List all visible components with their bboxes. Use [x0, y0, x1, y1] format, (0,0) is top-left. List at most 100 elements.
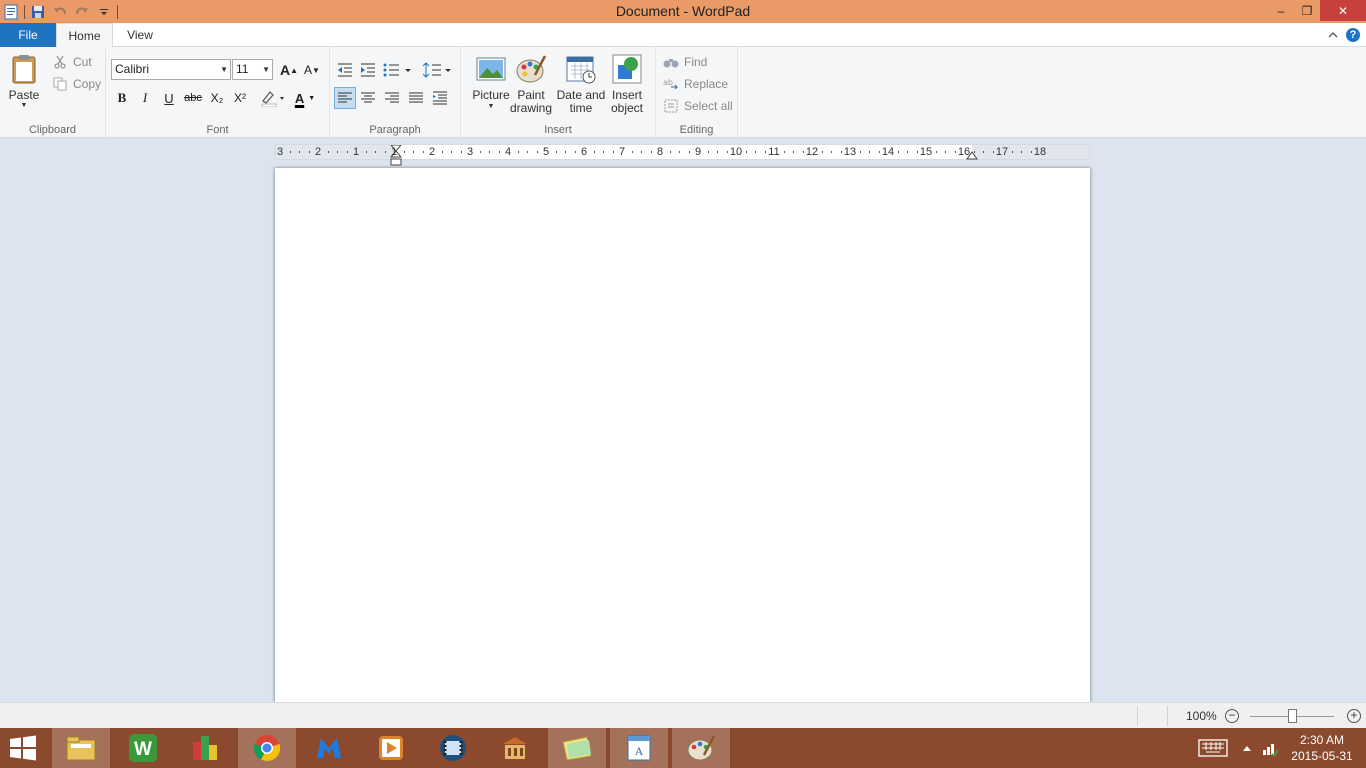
paste-dropdown-icon[interactable]: ▼ — [21, 102, 28, 110]
taskbar-clock[interactable]: 2:30 AM 2015-05-31 — [1286, 732, 1358, 764]
bold-button[interactable]: B — [111, 87, 133, 109]
taskbar-media-player[interactable] — [362, 728, 420, 768]
align-left-button[interactable] — [334, 87, 356, 109]
date-time-button[interactable]: Date and time — [555, 53, 607, 115]
align-center-button[interactable] — [357, 87, 379, 109]
window-title: Document - WordPad — [615, 3, 751, 19]
ruler-tick-label: 12 — [805, 146, 819, 158]
svg-text:W: W — [134, 739, 152, 760]
ruler-tick-mark — [422, 151, 424, 153]
ruler-tick-label: 6 — [580, 146, 588, 158]
taskbar-chrome[interactable] — [238, 728, 296, 768]
ruler-tick-label: 5 — [542, 146, 550, 158]
document-page[interactable] — [275, 168, 1090, 702]
select-all-button[interactable]: Select all — [663, 96, 733, 116]
underline-button[interactable]: U — [158, 87, 180, 109]
font-family-combo[interactable]: Calibri ▼ — [111, 59, 231, 80]
highlight-color-button[interactable] — [258, 87, 288, 109]
ruler-tick-mark — [983, 151, 984, 153]
ruler-tick-label: 18 — [1033, 146, 1047, 158]
grow-font-button[interactable]: A ▲ — [278, 59, 300, 81]
zoom-in-button[interactable]: + — [1347, 709, 1361, 723]
notes-icon — [562, 736, 592, 761]
status-bar: 100% − + — [0, 702, 1366, 728]
shrink-font-button[interactable]: A ▼ — [301, 59, 323, 81]
bullets-button[interactable] — [382, 59, 414, 81]
close-button[interactable]: ✕ — [1320, 0, 1366, 21]
increase-indent-button[interactable] — [357, 59, 379, 81]
keyboard-icon[interactable] — [1198, 739, 1228, 757]
font-size-combo[interactable]: 11 ▼ — [232, 59, 273, 80]
align-center-icon — [361, 92, 375, 103]
replace-button[interactable]: ab Replace — [663, 74, 728, 94]
title-bar: Document - WordPad – ❐ ✕ — [0, 0, 1366, 23]
font-family-value: Calibri — [115, 62, 150, 76]
ruler-tick-label: 10 — [729, 146, 743, 158]
taskbar-movie-maker[interactable] — [424, 728, 482, 768]
justify-button[interactable] — [405, 87, 427, 109]
taskbar-file-explorer[interactable] — [52, 728, 110, 768]
replace-icon: ab — [663, 76, 679, 92]
tab-home[interactable]: Home — [56, 23, 113, 48]
zoom-out-button[interactable]: − — [1225, 709, 1239, 723]
taskbar-wordpad[interactable]: A — [610, 728, 668, 768]
grow-font-arrow-icon: ▲ — [290, 65, 299, 75]
paint-drawing-button[interactable]: Paint drawing — [507, 53, 555, 115]
zoom-level[interactable]: 100% — [1186, 703, 1217, 729]
help-icon[interactable]: ? — [1346, 28, 1360, 42]
zoom-slider-thumb[interactable] — [1288, 709, 1297, 723]
ruler[interactable]: 3 2 1 1 2 3 4 5 6 7 8 9 10 11 12 13 14 15 16 17 18 — [275, 144, 1090, 166]
taskbar-paint[interactable] — [672, 728, 730, 768]
restore-button[interactable]: ❐ — [1294, 0, 1320, 21]
font-family-dropdown-icon[interactable]: ▼ — [220, 60, 228, 79]
clock-date: 2015-05-31 — [1291, 749, 1353, 763]
ruler-tick-label: 14 — [881, 146, 895, 158]
ruler-tick-label: 2 — [428, 146, 436, 158]
subscript-button[interactable]: X₂ — [206, 87, 228, 109]
picture-dropdown-icon[interactable]: ▼ — [488, 102, 495, 112]
taskbar-app-w[interactable]: W — [114, 728, 172, 768]
windows-start-icon[interactable] — [6, 733, 40, 763]
shrink-font-label: A — [304, 63, 313, 77]
taskbar-app-folder-note[interactable] — [548, 728, 606, 768]
paragraph-settings-button[interactable] — [429, 87, 451, 109]
insert-object-label-2: object — [610, 101, 644, 115]
cut-button[interactable]: Cut — [52, 52, 92, 72]
font-color-button[interactable]: A ▼ — [290, 87, 320, 109]
ruler-tick-mark — [337, 151, 338, 153]
insert-object-button[interactable]: Insert object — [605, 53, 649, 115]
font-color-dropdown-icon[interactable]: ▼ — [308, 95, 315, 102]
ruler-tick-mark — [945, 151, 946, 153]
find-button[interactable]: Find — [663, 52, 707, 72]
font-size-value: 11 — [236, 62, 249, 76]
ruler-tick-mark — [365, 151, 367, 153]
taskbar-app-building[interactable] — [486, 728, 544, 768]
line-spacing-button[interactable] — [422, 59, 454, 81]
copy-button[interactable]: Copy — [52, 74, 101, 94]
taskbar-malwarebytes[interactable] — [300, 728, 358, 768]
minimize-ribbon-icon[interactable] — [1328, 31, 1338, 39]
font-size-dropdown-icon[interactable]: ▼ — [262, 60, 270, 79]
ruler-tick-label: 9 — [694, 146, 702, 158]
clock-time: 2:30 AM — [1299, 733, 1345, 747]
ruler-tick-mark — [973, 151, 975, 153]
grow-font-label: A — [279, 62, 291, 78]
italic-button[interactable]: I — [134, 87, 156, 109]
decrease-indent-button[interactable] — [334, 59, 356, 81]
superscript-button[interactable]: X² — [229, 87, 251, 109]
ruler-tick-mark — [821, 151, 823, 153]
ruler-tick-mark — [641, 151, 642, 153]
show-hidden-icons-icon[interactable] — [1242, 744, 1252, 752]
ruler-tick-mark — [935, 151, 937, 153]
minimize-button[interactable]: – — [1268, 0, 1294, 21]
taskbar-app-tiles[interactable] — [176, 728, 234, 768]
tab-file[interactable]: File — [0, 23, 56, 47]
align-right-button[interactable] — [381, 87, 403, 109]
paste-button[interactable]: Paste ▼ — [8, 53, 40, 110]
copy-label: Copy — [73, 77, 102, 91]
network-icon[interactable] — [1262, 740, 1278, 756]
strikethrough-button[interactable]: abc — [182, 87, 204, 109]
tab-view[interactable]: View — [113, 23, 167, 47]
ruler-tick-mark — [783, 151, 785, 153]
increase-indent-icon — [361, 63, 375, 77]
